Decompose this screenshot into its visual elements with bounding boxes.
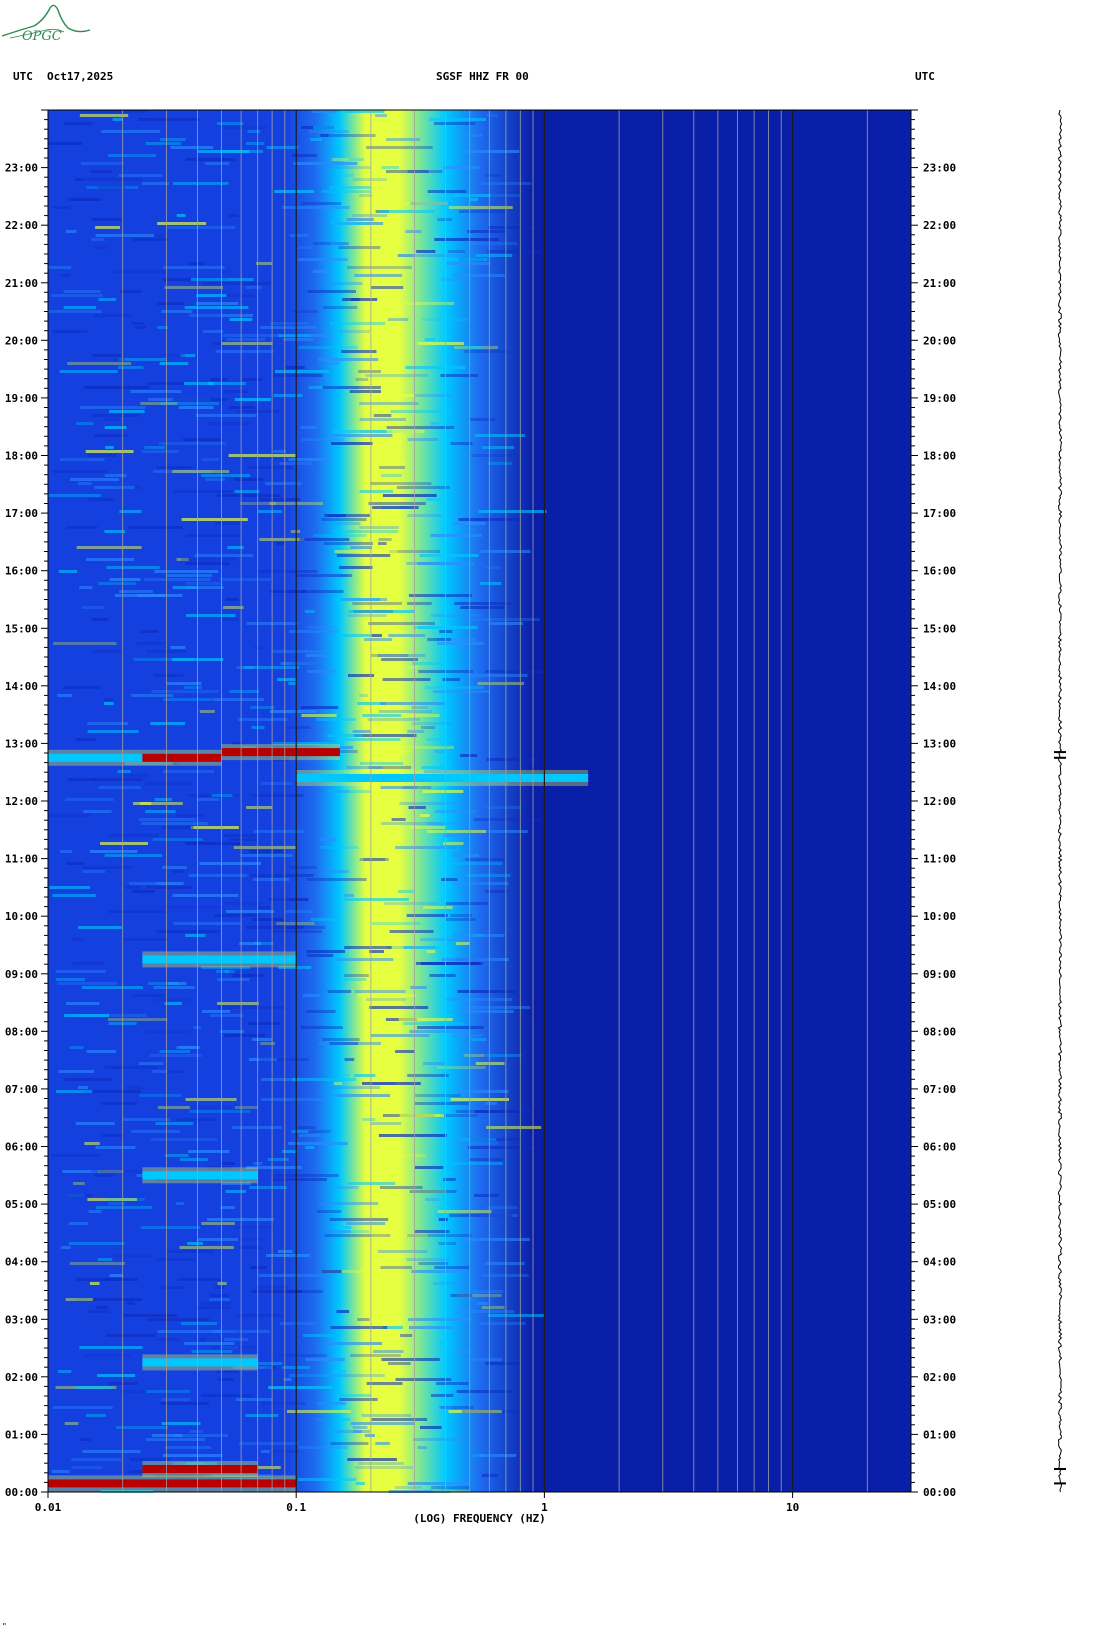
y-tick-label-right-3: 03:00 [923, 1313, 956, 1326]
y-tick-label-left-0: 00:00 [5, 1486, 38, 1499]
event-band-3 [142, 1171, 258, 1180]
y-tick-label-left-13: 13:00 [5, 737, 38, 750]
event-band-4 [142, 955, 297, 964]
y-tick-label-right-21: 21:00 [923, 277, 956, 290]
y-tick-label-right-12: 12:00 [923, 795, 956, 808]
y-tick-label-left-21: 21:00 [5, 277, 38, 290]
event-band-6 [48, 753, 143, 762]
y-tick-label-left-5: 05:00 [5, 1198, 38, 1211]
y-tick-label-right-0: 00:00 [923, 1486, 956, 1499]
x-axis-title: (LOG) FREQUENCY (HZ) [413, 1512, 545, 1525]
x-tick-label-0: 0.01 [35, 1501, 62, 1514]
y-tick-label-right-4: 04:00 [923, 1256, 956, 1269]
y-tick-label-left-7: 07:00 [5, 1083, 38, 1096]
y-tick-label-right-22: 22:00 [923, 219, 956, 232]
y-tick-label-right-7: 07:00 [923, 1083, 956, 1096]
y-tick-label-right-5: 05:00 [923, 1198, 956, 1211]
y-tick-label-right-11: 11:00 [923, 853, 956, 866]
spectrogram-chart: 00:00 00:00 01:00 01:00 02:00 02:00 03:00 03:00… [5, 109, 956, 1525]
x-tick-label-3: 10 [786, 1501, 799, 1514]
y-tick-label-left-1: 01:00 [5, 1428, 38, 1441]
y-tick-label-right-23: 23:00 [923, 162, 956, 175]
y-tick-label-left-10: 10:00 [5, 910, 38, 923]
y-tick-label-left-16: 16:00 [5, 565, 38, 578]
y-tick-label-left-15: 15:00 [5, 622, 38, 635]
y-tick-label-right-2: 02:00 [923, 1371, 956, 1384]
x-tick-label-1: 0.1 [286, 1501, 306, 1514]
y-tick-label-left-11: 11:00 [5, 853, 38, 866]
y-tick-label-right-9: 09:00 [923, 968, 956, 981]
event-band-1 [142, 1465, 258, 1473]
y-tick-label-right-20: 20:00 [923, 334, 956, 347]
y-tick-label-right-6: 06:00 [923, 1141, 956, 1154]
y-tick-label-right-19: 19:00 [923, 392, 956, 405]
y-tick-label-left-3: 03:00 [5, 1313, 38, 1326]
y-tick-label-right-16: 16:00 [923, 565, 956, 578]
y-tick-label-right-18: 18:00 [923, 450, 956, 463]
y-tick-label-left-22: 22:00 [5, 219, 38, 232]
y-tick-label-left-18: 18:00 [5, 450, 38, 463]
y-tick-label-right-13: 13:00 [923, 737, 956, 750]
y-tick-label-left-17: 17:00 [5, 507, 38, 520]
y-tick-label-right-10: 10:00 [923, 910, 956, 923]
y-tick-label-left-20: 20:00 [5, 334, 38, 347]
y-tick-label-left-6: 06:00 [5, 1141, 38, 1154]
event-band-2 [142, 1358, 258, 1367]
y-tick-label-right-15: 15:00 [923, 622, 956, 635]
event-band-8 [221, 748, 340, 757]
event-band-0 [48, 1479, 297, 1488]
footer-mark: " [2, 1622, 7, 1631]
y-tick-label-right-14: 14:00 [923, 680, 956, 693]
y-tick-label-left-12: 12:00 [5, 795, 38, 808]
y-tick-label-left-9: 09:00 [5, 968, 38, 981]
seismogram-line [1057, 110, 1063, 1493]
seismogram-trace [1054, 110, 1066, 1493]
y-tick-label-left-14: 14:00 [5, 680, 38, 693]
y-tick-label-left-19: 19:00 [5, 392, 38, 405]
y-tick-label-left-2: 02:00 [5, 1371, 38, 1384]
y-tick-label-left-23: 23:00 [5, 162, 38, 175]
y-tick-label-right-17: 17:00 [923, 507, 956, 520]
y-tick-label-right-8: 08:00 [923, 1025, 956, 1038]
event-band-7 [142, 753, 222, 762]
y-tick-label-left-4: 04:00 [5, 1256, 38, 1269]
y-tick-label-left-8: 08:00 [5, 1025, 38, 1038]
y-tick-label-right-1: 01:00 [923, 1428, 956, 1441]
